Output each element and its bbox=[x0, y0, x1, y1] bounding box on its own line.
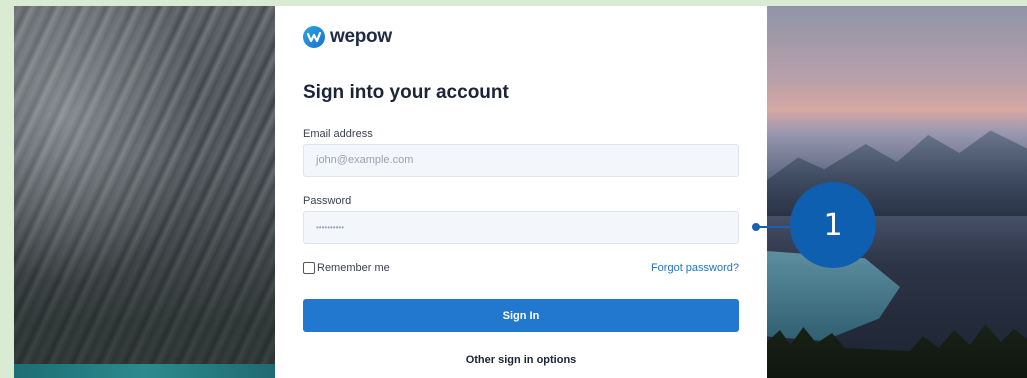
remember-me-toggle[interactable]: Remember me bbox=[303, 262, 390, 274]
password-field[interactable]: •••••••••• bbox=[303, 211, 739, 244]
login-card: wepow Sign into your account Email addre… bbox=[275, 6, 767, 378]
email-field[interactable]: john@example.com bbox=[303, 144, 739, 177]
remember-me-checkbox[interactable] bbox=[303, 262, 315, 274]
wepow-logo-icon bbox=[303, 26, 325, 48]
password-label: Password bbox=[303, 195, 352, 207]
brand-logo: wepow bbox=[303, 26, 392, 48]
background-image-left bbox=[14, 6, 276, 378]
remember-me-label: Remember me bbox=[317, 262, 390, 274]
forgot-password-link[interactable]: Forgot password? bbox=[651, 262, 739, 274]
email-label: Email address bbox=[303, 128, 373, 140]
other-sign-in-options-link[interactable]: Other sign in options bbox=[275, 354, 767, 366]
page-title: Sign into your account bbox=[303, 82, 509, 103]
callout-badge: 1 bbox=[790, 182, 876, 268]
sign-in-button[interactable]: Sign In bbox=[303, 299, 739, 332]
callout-anchor-dot bbox=[752, 223, 760, 231]
brand-name: wepow bbox=[330, 26, 392, 47]
